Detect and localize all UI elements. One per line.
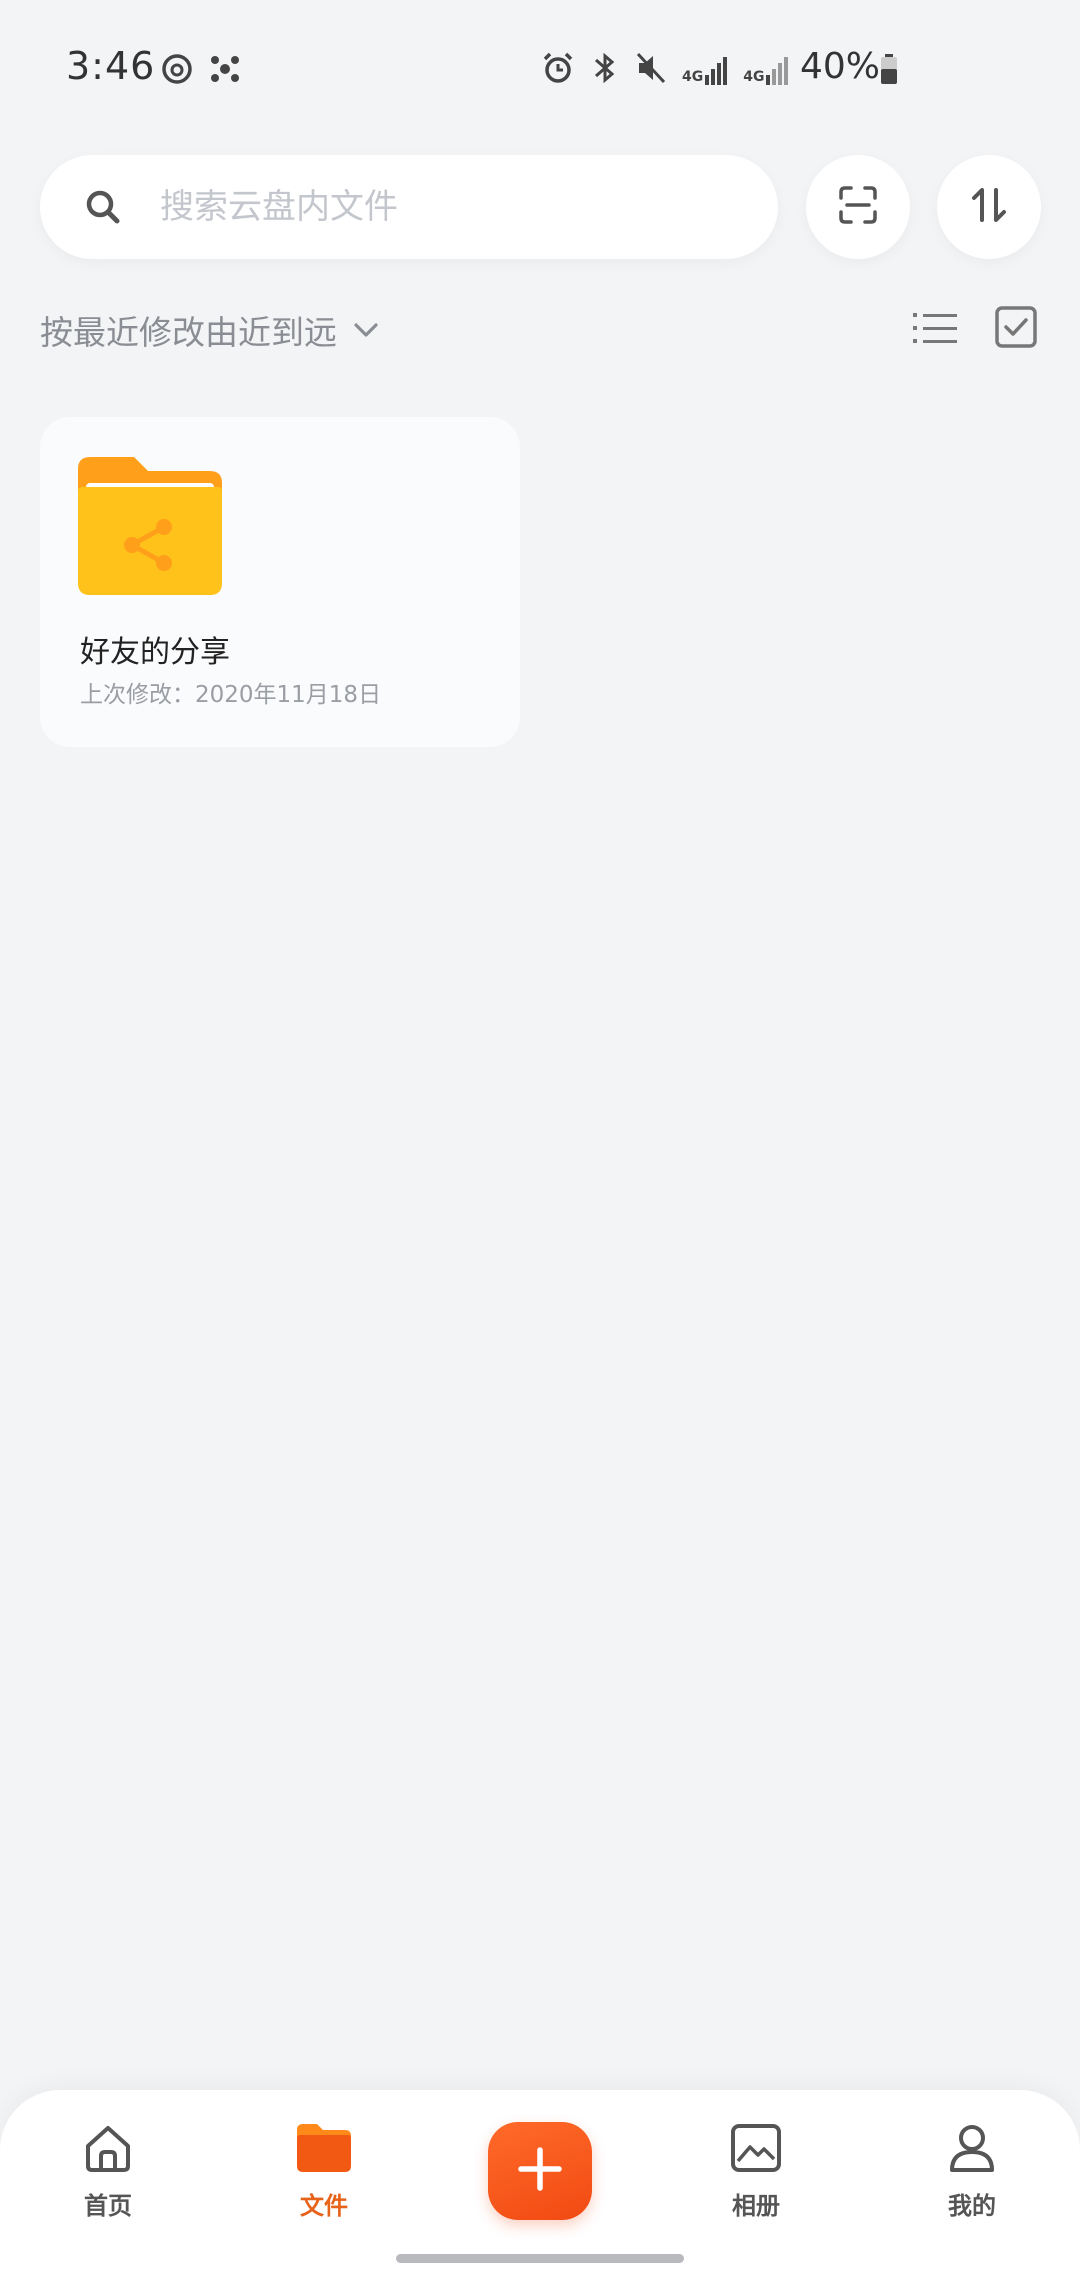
multi-select-button[interactable] — [990, 303, 1042, 355]
signal-2-icon: 4G — [743, 55, 790, 85]
album-icon — [728, 2120, 784, 2176]
scan-icon — [837, 184, 879, 230]
transfer-button[interactable] — [937, 155, 1041, 259]
search-input[interactable] — [158, 186, 722, 228]
folder-icon — [296, 2120, 352, 2176]
nav-label-home: 首页 — [84, 2192, 132, 2220]
nav-item-files[interactable]: 文件 — [264, 2120, 384, 2221]
sort-selector[interactable]: 按最近修改由近到远 — [40, 300, 381, 360]
status-right-icons: 4G 4G — [540, 50, 790, 90]
add-button[interactable] — [488, 2122, 592, 2220]
bluetooth-icon — [590, 50, 620, 90]
folder-modified-date: 上次修改：2020年11月18日 — [80, 682, 382, 708]
status-time: 3:46 — [66, 44, 156, 88]
netease-music-icon — [160, 52, 194, 90]
folder-name: 好友的分享 — [80, 635, 230, 670]
bottom-nav: 首页 文件 相册 我的 — [0, 2090, 1080, 2280]
plus-icon — [515, 2144, 565, 2198]
folder-card[interactable]: 好友的分享 上次修改：2020年11月18日 — [40, 417, 520, 747]
home-indicator[interactable] — [396, 2254, 684, 2263]
nav-item-album[interactable]: 相册 — [696, 2120, 816, 2221]
nav-label-files: 文件 — [300, 2192, 348, 2220]
chevron-down-icon — [351, 315, 381, 345]
list-view-button[interactable] — [910, 305, 960, 355]
shared-folder-icon — [78, 457, 222, 597]
search-icon — [80, 184, 126, 230]
nav-item-me[interactable]: 我的 — [912, 2120, 1032, 2221]
checkbox-icon — [995, 306, 1037, 352]
nav-label-album: 相册 — [732, 2192, 780, 2220]
alarm-icon — [540, 50, 576, 90]
signal-1-icon: 4G — [682, 55, 729, 85]
transfer-icon — [968, 184, 1010, 230]
sort-label: 按最近修改由近到远 — [40, 313, 337, 352]
battery-percent: 40% — [800, 46, 881, 87]
user-icon — [944, 2120, 1000, 2176]
nav-item-home[interactable]: 首页 — [48, 2120, 168, 2221]
status-bar: 3:46 4G 4G 40% — [0, 0, 1080, 140]
scan-button[interactable] — [806, 155, 910, 259]
mute-icon — [634, 50, 668, 90]
app-notification-icon — [208, 52, 242, 90]
nav-label-me: 我的 — [948, 2192, 996, 2220]
list-icon — [913, 310, 957, 350]
battery-icon — [880, 54, 898, 84]
home-icon — [80, 2120, 136, 2176]
search-box[interactable] — [40, 155, 778, 259]
